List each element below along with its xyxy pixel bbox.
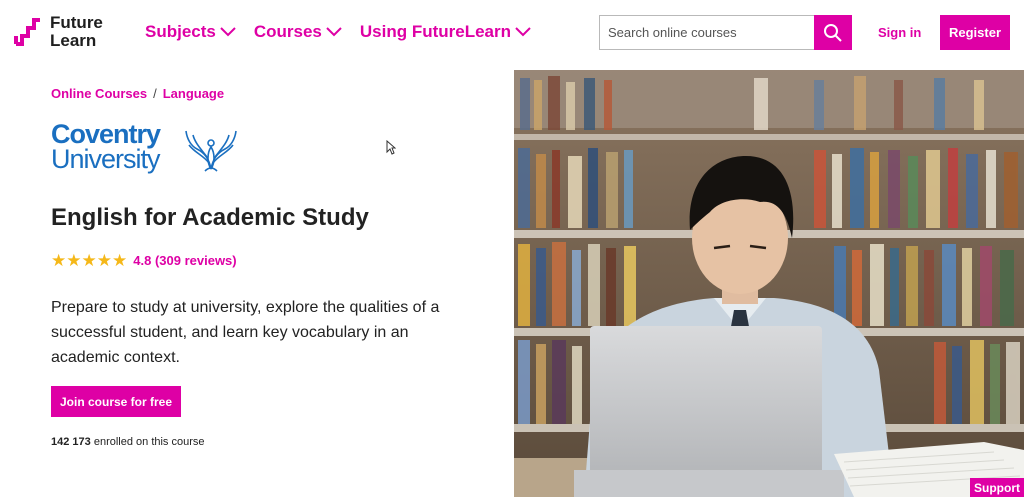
star-icon: ★ bbox=[112, 251, 128, 270]
star-icon: ★ bbox=[96, 251, 112, 270]
nav-subjects[interactable]: Subjects bbox=[145, 22, 236, 42]
university-name: Coventry University bbox=[51, 121, 161, 174]
enrolled-text: enrolled on this course bbox=[93, 436, 205, 448]
signin-link[interactable]: Sign in bbox=[878, 25, 921, 40]
breadcrumb-language[interactable]: Language bbox=[163, 86, 224, 101]
search-button[interactable] bbox=[814, 15, 852, 50]
chevron-down-icon bbox=[515, 27, 531, 37]
star-icon: ★ bbox=[51, 251, 67, 270]
nav-courses[interactable]: Courses bbox=[254, 22, 342, 42]
logo-mark-icon bbox=[14, 18, 40, 46]
site-header: Future Learn Subjects Courses Using Futu… bbox=[0, 0, 1024, 68]
breadcrumb: Online Courses / Language bbox=[51, 86, 224, 101]
enrolled-number: 142 173 bbox=[51, 436, 91, 448]
search-icon bbox=[824, 23, 842, 42]
breadcrumb-separator: / bbox=[153, 86, 157, 101]
search-bar bbox=[599, 15, 852, 50]
register-button[interactable]: Register bbox=[940, 15, 1010, 50]
nav-using-futurelearn-label: Using FutureLearn bbox=[359, 22, 512, 41]
hero-image bbox=[514, 70, 1024, 497]
rating-link[interactable]: 4.8 (309 reviews) bbox=[133, 253, 236, 268]
coventry-university-logo[interactable]: Coventry University bbox=[51, 121, 241, 179]
library-student-photo bbox=[514, 70, 1024, 497]
futurelearn-logo[interactable]: Future Learn bbox=[14, 14, 103, 50]
main-nav: Subjects Courses Using FutureLearn bbox=[145, 22, 549, 42]
course-description: Prepare to study at university, explore … bbox=[51, 299, 440, 366]
course-title: English for Academic Study bbox=[51, 204, 369, 231]
nav-using-futurelearn[interactable]: Using FutureLearn bbox=[360, 22, 531, 42]
university-name-line-2: University bbox=[51, 144, 161, 174]
rating-stars: ★ ★ ★ ★ ★ bbox=[51, 252, 127, 269]
star-icon: ★ bbox=[81, 251, 97, 270]
logo-line-1: Future bbox=[50, 13, 103, 32]
join-course-button[interactable]: Join course for free bbox=[51, 386, 181, 417]
enrolled-count: 142 173 enrolled on this course bbox=[51, 436, 205, 448]
chevron-down-icon bbox=[220, 27, 236, 37]
search-input[interactable] bbox=[599, 15, 814, 50]
nav-subjects-label: Subjects bbox=[145, 22, 216, 41]
nav-courses-label: Courses bbox=[253, 22, 322, 41]
logo-line-2: Learn bbox=[50, 31, 97, 50]
mouse-cursor-icon bbox=[386, 140, 396, 155]
logo-wordmark: Future Learn bbox=[50, 14, 103, 50]
course-rating: ★ ★ ★ ★ ★ 4.8 (309 reviews) bbox=[51, 252, 237, 269]
support-button[interactable]: Support bbox=[970, 478, 1024, 497]
rating-value: 4.8 bbox=[133, 253, 152, 268]
review-count: (309 reviews) bbox=[154, 253, 237, 268]
chevron-down-icon bbox=[326, 27, 342, 37]
phoenix-icon bbox=[185, 130, 237, 172]
breadcrumb-online-courses[interactable]: Online Courses bbox=[51, 86, 147, 101]
star-icon: ★ bbox=[66, 251, 82, 270]
